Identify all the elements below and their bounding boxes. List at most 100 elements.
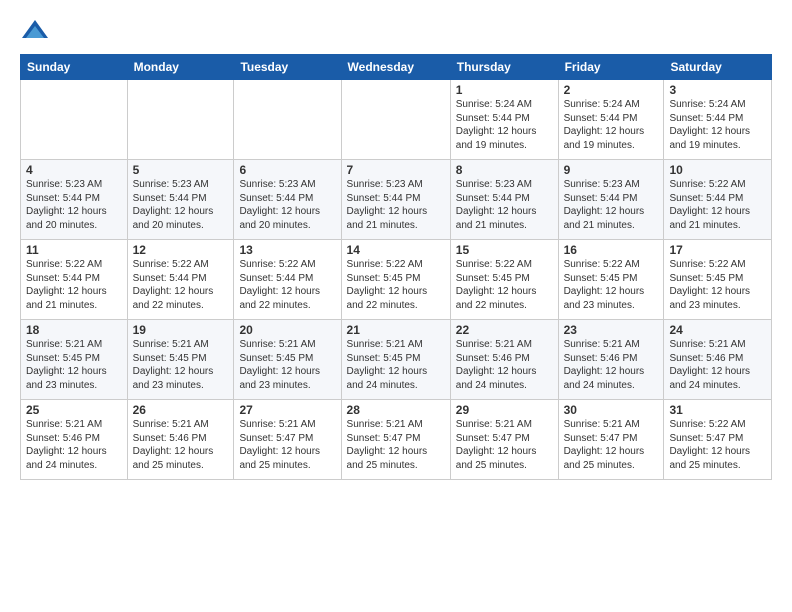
day-info: Sunrise: 5:23 AM Sunset: 5:44 PM Dayligh… <box>347 178 445 232</box>
calendar-cell: 26Sunrise: 5:21 AM Sunset: 5:46 PM Dayli… <box>127 400 234 480</box>
calendar-cell: 11Sunrise: 5:22 AM Sunset: 5:44 PM Dayli… <box>21 240 128 320</box>
day-info: Sunrise: 5:24 AM Sunset: 5:44 PM Dayligh… <box>669 98 766 152</box>
calendar-cell <box>127 80 234 160</box>
calendar-cell: 15Sunrise: 5:22 AM Sunset: 5:45 PM Dayli… <box>450 240 558 320</box>
day-info: Sunrise: 5:22 AM Sunset: 5:44 PM Dayligh… <box>669 178 766 232</box>
calendar-header-row: SundayMondayTuesdayWednesdayThursdayFrid… <box>21 55 772 80</box>
day-info: Sunrise: 5:21 AM Sunset: 5:45 PM Dayligh… <box>26 338 122 392</box>
day-number: 17 <box>669 243 766 257</box>
calendar-cell: 22Sunrise: 5:21 AM Sunset: 5:46 PM Dayli… <box>450 320 558 400</box>
day-number: 26 <box>133 403 229 417</box>
calendar-cell: 1Sunrise: 5:24 AM Sunset: 5:44 PM Daylig… <box>450 80 558 160</box>
day-number: 6 <box>239 163 335 177</box>
calendar-cell: 29Sunrise: 5:21 AM Sunset: 5:47 PM Dayli… <box>450 400 558 480</box>
day-number: 9 <box>564 163 659 177</box>
calendar-cell: 25Sunrise: 5:21 AM Sunset: 5:46 PM Dayli… <box>21 400 128 480</box>
day-number: 31 <box>669 403 766 417</box>
day-number: 4 <box>26 163 122 177</box>
day-number: 25 <box>26 403 122 417</box>
calendar-cell: 16Sunrise: 5:22 AM Sunset: 5:45 PM Dayli… <box>558 240 664 320</box>
day-info: Sunrise: 5:22 AM Sunset: 5:44 PM Dayligh… <box>239 258 335 312</box>
day-number: 15 <box>456 243 553 257</box>
day-info: Sunrise: 5:21 AM Sunset: 5:45 PM Dayligh… <box>347 338 445 392</box>
calendar-cell: 23Sunrise: 5:21 AM Sunset: 5:46 PM Dayli… <box>558 320 664 400</box>
day-number: 18 <box>26 323 122 337</box>
day-info: Sunrise: 5:21 AM Sunset: 5:47 PM Dayligh… <box>456 418 553 472</box>
page: SundayMondayTuesdayWednesdayThursdayFrid… <box>0 0 792 612</box>
day-number: 14 <box>347 243 445 257</box>
calendar-cell: 12Sunrise: 5:22 AM Sunset: 5:44 PM Dayli… <box>127 240 234 320</box>
day-info: Sunrise: 5:22 AM Sunset: 5:45 PM Dayligh… <box>347 258 445 312</box>
calendar-cell: 14Sunrise: 5:22 AM Sunset: 5:45 PM Dayli… <box>341 240 450 320</box>
calendar-week-row: 25 Sunrise: 5:21 AM Sunset: 5:46 PM Dayli… <box>21 400 772 480</box>
day-info: Sunrise: 5:21 AM Sunset: 5:45 PM Dayligh… <box>133 338 229 392</box>
day-number: 3 <box>669 83 766 97</box>
calendar-cell: 13Sunrise: 5:22 AM Sunset: 5:44 PM Dayli… <box>234 240 341 320</box>
calendar-cell: 24Sunrise: 5:21 AM Sunset: 5:46 PM Dayli… <box>664 320 772 400</box>
day-number: 21 <box>347 323 445 337</box>
calendar-cell: 8Sunrise: 5:23 AM Sunset: 5:44 PM Daylig… <box>450 160 558 240</box>
day-info: Sunrise: 5:24 AM Sunset: 5:44 PM Dayligh… <box>456 98 553 152</box>
day-number: 5 <box>133 163 229 177</box>
day-number: 29 <box>456 403 553 417</box>
logo-icon <box>20 16 50 46</box>
calendar-cell: 4Sunrise: 5:23 AM Sunset: 5:44 PM Daylig… <box>21 160 128 240</box>
day-info: Sunrise: 5:21 AM Sunset: 5:46 PM Dayligh… <box>133 418 229 472</box>
day-info: Sunrise: 5:22 AM Sunset: 5:45 PM Dayligh… <box>456 258 553 312</box>
day-number: 27 <box>239 403 335 417</box>
day-number: 12 <box>133 243 229 257</box>
day-info: Sunrise: 5:21 AM Sunset: 5:47 PM Dayligh… <box>239 418 335 472</box>
calendar-cell: 5Sunrise: 5:23 AM Sunset: 5:44 PM Daylig… <box>127 160 234 240</box>
calendar-cell: 17Sunrise: 5:22 AM Sunset: 5:45 PM Dayli… <box>664 240 772 320</box>
day-info: Sunrise: 5:21 AM Sunset: 5:46 PM Dayligh… <box>669 338 766 392</box>
day-number: 2 <box>564 83 659 97</box>
day-number: 16 <box>564 243 659 257</box>
day-number: 8 <box>456 163 553 177</box>
col-header-thursday: Thursday <box>450 55 558 80</box>
day-info: Sunrise: 5:23 AM Sunset: 5:44 PM Dayligh… <box>239 178 335 232</box>
day-info: Sunrise: 5:22 AM Sunset: 5:47 PM Dayligh… <box>669 418 766 472</box>
col-header-saturday: Saturday <box>664 55 772 80</box>
calendar-week-row: 4 Sunrise: 5:23 AM Sunset: 5:44 PM Daylig… <box>21 160 772 240</box>
calendar-week-row: 11Sunrise: 5:22 AM Sunset: 5:44 PM Dayli… <box>21 240 772 320</box>
day-info: Sunrise: 5:23 AM Sunset: 5:44 PM Dayligh… <box>564 178 659 232</box>
calendar-cell: 31Sunrise: 5:22 AM Sunset: 5:47 PM Dayli… <box>664 400 772 480</box>
day-number: 23 <box>564 323 659 337</box>
calendar-cell: 21Sunrise: 5:21 AM Sunset: 5:45 PM Dayli… <box>341 320 450 400</box>
col-header-tuesday: Tuesday <box>234 55 341 80</box>
col-header-sunday: Sunday <box>21 55 128 80</box>
calendar-cell: 2Sunrise: 5:24 AM Sunset: 5:44 PM Daylig… <box>558 80 664 160</box>
day-number: 1 <box>456 83 553 97</box>
day-number: 20 <box>239 323 335 337</box>
calendar-cell <box>341 80 450 160</box>
day-info: Sunrise: 5:24 AM Sunset: 5:44 PM Dayligh… <box>564 98 659 152</box>
calendar-cell: 28Sunrise: 5:21 AM Sunset: 5:47 PM Dayli… <box>341 400 450 480</box>
day-info: Sunrise: 5:21 AM Sunset: 5:47 PM Dayligh… <box>564 418 659 472</box>
calendar-week-row: 1Sunrise: 5:24 AM Sunset: 5:44 PM Daylig… <box>21 80 772 160</box>
day-info: Sunrise: 5:23 AM Sunset: 5:44 PM Dayligh… <box>456 178 553 232</box>
day-number: 19 <box>133 323 229 337</box>
calendar-cell: 7Sunrise: 5:23 AM Sunset: 5:44 PM Daylig… <box>341 160 450 240</box>
calendar-cell: 30Sunrise: 5:21 AM Sunset: 5:47 PM Dayli… <box>558 400 664 480</box>
day-info: Sunrise: 5:21 AM Sunset: 5:46 PM Dayligh… <box>456 338 553 392</box>
calendar-cell: 20Sunrise: 5:21 AM Sunset: 5:45 PM Dayli… <box>234 320 341 400</box>
day-info: Sunrise: 5:22 AM Sunset: 5:44 PM Dayligh… <box>26 258 122 312</box>
day-info: Sunrise: 5:22 AM Sunset: 5:44 PM Dayligh… <box>133 258 229 312</box>
calendar-cell: 9Sunrise: 5:23 AM Sunset: 5:44 PM Daylig… <box>558 160 664 240</box>
calendar-table: SundayMondayTuesdayWednesdayThursdayFrid… <box>20 54 772 480</box>
col-header-wednesday: Wednesday <box>341 55 450 80</box>
calendar-cell: 18Sunrise: 5:21 AM Sunset: 5:45 PM Dayli… <box>21 320 128 400</box>
logo <box>20 16 54 46</box>
calendar-cell: 10Sunrise: 5:22 AM Sunset: 5:44 PM Dayli… <box>664 160 772 240</box>
calendar-cell <box>21 80 128 160</box>
calendar-cell: 19Sunrise: 5:21 AM Sunset: 5:45 PM Dayli… <box>127 320 234 400</box>
calendar-cell: 27Sunrise: 5:21 AM Sunset: 5:47 PM Dayli… <box>234 400 341 480</box>
day-info: Sunrise: 5:22 AM Sunset: 5:45 PM Dayligh… <box>564 258 659 312</box>
day-number: 10 <box>669 163 766 177</box>
day-info: Sunrise: 5:21 AM Sunset: 5:46 PM Dayligh… <box>564 338 659 392</box>
day-info: Sunrise: 5:21 AM Sunset: 5:45 PM Dayligh… <box>239 338 335 392</box>
day-number: 30 <box>564 403 659 417</box>
day-number: 22 <box>456 323 553 337</box>
day-info: Sunrise: 5:23 AM Sunset: 5:44 PM Dayligh… <box>133 178 229 232</box>
header <box>20 16 772 46</box>
